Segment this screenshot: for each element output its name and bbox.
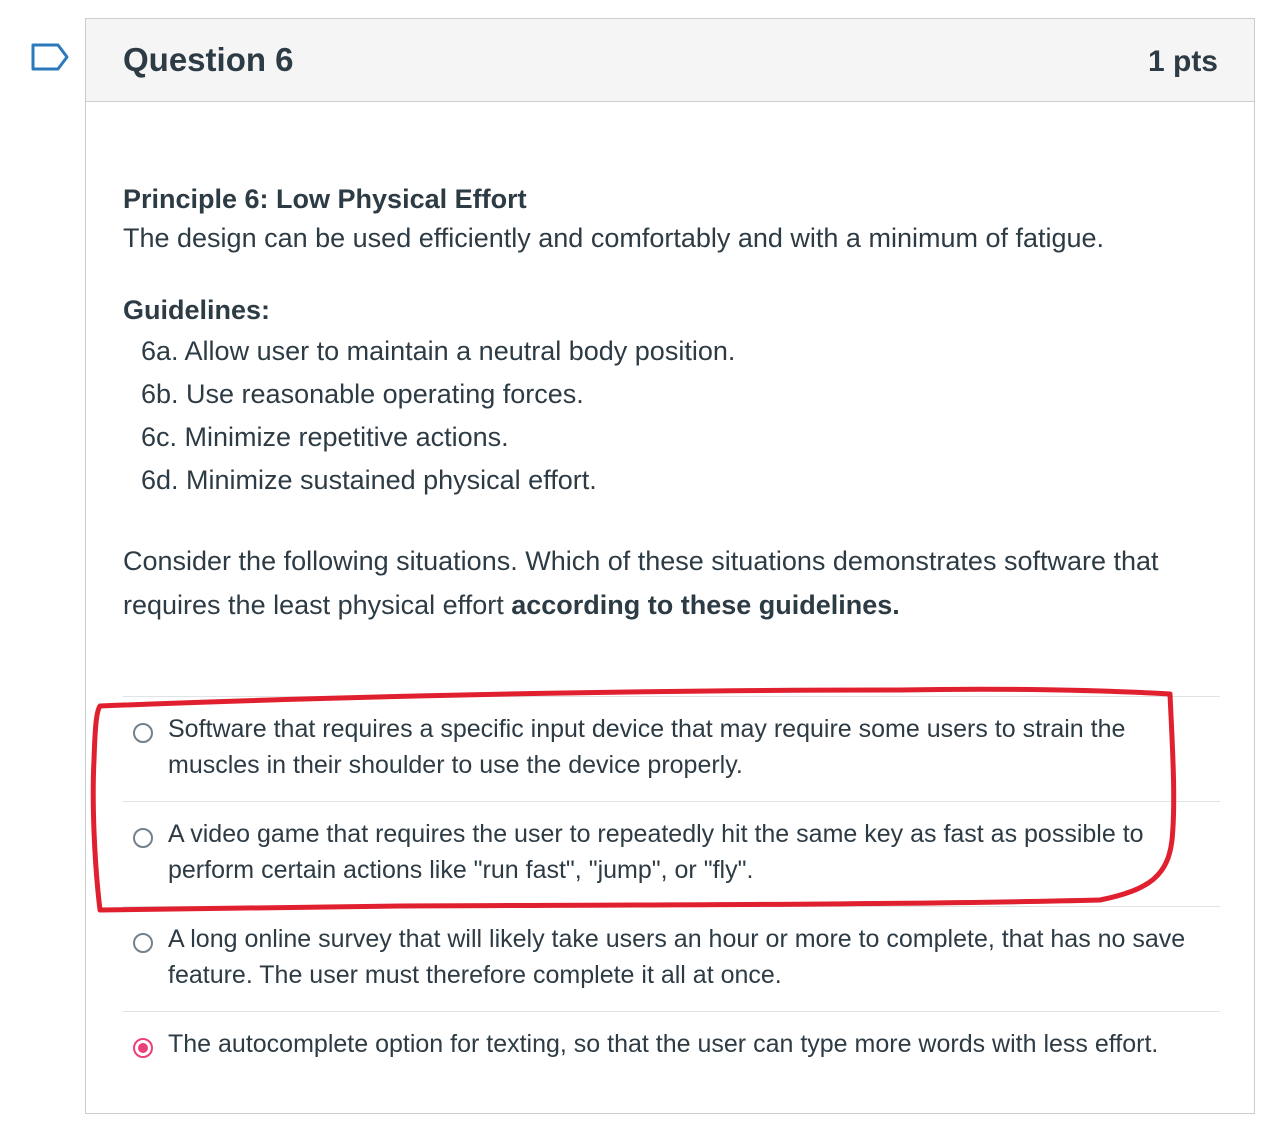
question-title: Question 6	[123, 41, 294, 78]
answer-option-2[interactable]: A video game that requires the user to r…	[123, 801, 1220, 906]
answer-label[interactable]: The autocomplete option for texting, so …	[168, 1026, 1208, 1062]
radio-button-selected[interactable]	[133, 1038, 153, 1058]
guideline-item: 6b. Use reasonable operating forces.	[141, 379, 584, 409]
question-header: Question 6 1 pts	[86, 19, 1254, 102]
answer-list: Software that requires a specific input …	[123, 696, 1220, 1084]
principle-description: The design can be used efficiently and c…	[123, 223, 1105, 253]
prompt-emphasis: according to these guidelines.	[511, 590, 900, 620]
guideline-list: 6a. Allow user to maintain a neutral bod…	[123, 330, 1223, 502]
answer-option-4[interactable]: The autocomplete option for texting, so …	[123, 1011, 1220, 1084]
answer-label[interactable]: A long online survey that will likely ta…	[168, 921, 1208, 993]
principle-title: Principle 6: Low Physical Effort	[123, 184, 527, 214]
radio-button[interactable]	[133, 723, 153, 743]
radio-button[interactable]	[133, 933, 153, 953]
flag-icon[interactable]	[30, 42, 70, 72]
guideline-item: 6a. Allow user to maintain a neutral bod…	[141, 336, 736, 366]
radio-button[interactable]	[133, 828, 153, 848]
answer-option-3[interactable]: A long online survey that will likely ta…	[123, 906, 1220, 1011]
question-points: 1 pts	[1147, 45, 1218, 78]
question-body: Principle 6: Low Physical Effort The des…	[123, 180, 1223, 627]
guidelines-title: Guidelines:	[123, 295, 271, 325]
answer-option-1[interactable]: Software that requires a specific input …	[123, 696, 1220, 801]
question-prompt: Consider the following situations. Which…	[123, 539, 1223, 627]
guideline-item: 6c. Minimize repetitive actions.	[141, 422, 509, 452]
answer-label[interactable]: A video game that requires the user to r…	[168, 816, 1208, 888]
answer-label[interactable]: Software that requires a specific input …	[168, 711, 1208, 783]
guideline-item: 6d. Minimize sustained physical effort.	[141, 465, 597, 495]
